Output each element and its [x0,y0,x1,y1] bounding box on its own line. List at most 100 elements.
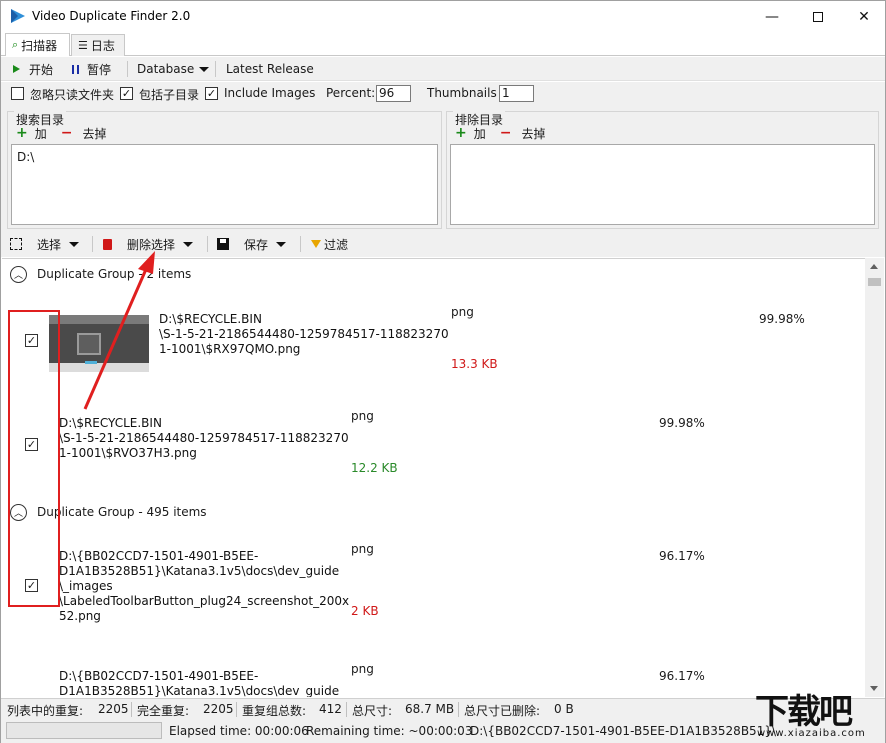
full-dupes-value: 2205 [203,702,234,716]
start-button[interactable]: 开始 [13,57,53,81]
deleted-size-label: 总尺寸已删除: [464,704,541,718]
main-toolbar: 开始 暂停 Database Latest Release [1,57,885,81]
pause-label: 暂停 [87,62,112,77]
file-path: D:\$RECYCLE.BIN \S-1-5-21-2186544480-125… [59,416,349,460]
trash-icon [103,238,112,250]
minus-icon[interactable]: − [500,125,512,141]
filter-icon [311,240,321,248]
groups-value: 412 [319,702,342,716]
exclude-dirs-list[interactable] [450,144,875,225]
video-thumbnail [49,315,149,372]
file-size: 12.2 KB [351,461,398,475]
tab-strip: ⌕ 扫描器 ☰ 日志 [1,32,885,56]
scan-options: 忽略只读文件夹 ✓ 包括子目录 ✓ Include Images Percent… [1,82,885,104]
watermark-main: 下载吧 [755,692,853,732]
tab-log[interactable]: ☰ 日志 [71,34,125,56]
select-dropdown[interactable]: 选择 [10,232,80,256]
filter-button[interactable]: 过滤 [311,232,348,256]
ignore-readonly-checkbox[interactable] [11,87,24,100]
toolbar-divider [92,236,93,252]
save-label: 保存 [244,237,269,252]
window-title: Video Duplicate Finder 2.0 [32,9,191,23]
minimize-button[interactable]: — [749,1,795,32]
toolbar-divider [207,236,208,252]
add-exclude-dir-button[interactable]: 加 [474,125,486,142]
database-dropdown[interactable]: Database [137,57,210,81]
minus-icon[interactable]: − [61,125,73,141]
chevron-down-icon [199,66,210,72]
file-format: png [351,409,374,423]
scrollbar-thumb[interactable] [868,278,881,286]
watermark-url: www.xiazaiba.com [757,728,866,739]
site-watermark: 下载吧 www.xiazaiba.com [749,682,885,742]
app-logo-icon [11,9,25,23]
save-dropdown[interactable]: 保存 [217,232,287,256]
remove-exclude-dir-button[interactable]: 去掉 [521,125,545,142]
start-label: 开始 [29,62,54,77]
similarity-percent: 96.17% [659,669,705,683]
chevron-down-icon [69,241,80,247]
select-label: 选择 [37,237,62,252]
chevron-down-icon [276,241,287,247]
maximize-icon [813,11,823,22]
delete-selection-dropdown[interactable]: 删除选择 [103,232,194,256]
elapsed-time: Elapsed time: 00:00:06 [169,724,309,738]
dupes-in-list-label: 列表中的重复: [7,704,84,718]
percent-label: Percent: [326,86,376,100]
tab-scanner[interactable]: ⌕ 扫描器 [5,33,70,56]
remaining-time: Remaining time: ~00:00:03 [306,724,473,738]
file-format: png [351,662,374,676]
remove-search-dir-button[interactable]: 去掉 [82,125,106,142]
toolbar-divider [215,61,216,77]
thumbnails-input[interactable]: 1 [499,85,534,102]
include-subdirs-label: 包括子目录 [139,88,200,102]
file-path: D:\$RECYCLE.BIN \S-1-5-21-2186544480-125… [159,312,449,356]
include-subdirs-checkbox[interactable]: ✓ [120,87,133,100]
full-dupes-label: 完全重复: [137,704,190,718]
pause-icon [72,64,79,74]
current-file: D:\{BB02CCD7-1501-4901-B5EE-D1A1B3528B51… [470,724,776,738]
file-path: D:\{BB02CCD7-1501-4901-B5EE- D1A1B3528B5… [59,549,350,623]
results-scrollbar[interactable] [865,258,884,697]
exclude-dirs-group: 排除目录 + 加 − 去掉 [446,111,879,229]
scanner-icon: ⌕ [12,38,19,51]
dupes-in-list-value: 2205 [98,702,129,716]
include-images-checkbox[interactable]: ✓ [205,87,218,100]
chevron-up-icon[interactable]: ︿ [10,265,27,283]
results-toolbar: 选择 删除选择 保存 过滤 [1,232,885,257]
group-header-label: Duplicate Group - 495 items [37,505,207,519]
add-search-dir-button[interactable]: 加 [35,125,47,142]
play-icon [13,65,20,73]
plus-icon[interactable]: + [16,125,28,141]
scroll-up-icon[interactable] [870,264,878,269]
toolbar-divider [127,61,128,77]
results-list[interactable]: ︿ Duplicate Group - 2 items ✓ D:\$RECYCL… [2,258,865,697]
filter-label: 过滤 [324,237,349,252]
delete-selection-label: 删除选择 [127,237,176,252]
maximize-button[interactable] [795,1,841,32]
ignore-readonly-label: 忽略只读文件夹 [30,88,115,102]
annotation-highlight-box [8,310,60,607]
percent-input[interactable]: 96 [376,85,411,102]
tab-scanner-label: 扫描器 [21,38,58,53]
file-size: 13.3 KB [451,357,498,371]
chevron-down-icon [183,241,194,247]
total-size-label: 总尺寸: [352,704,393,718]
save-icon [217,238,229,250]
latest-release-button[interactable]: Latest Release [226,57,314,81]
scan-progress-bar [6,722,162,739]
app-window: Video Duplicate Finder 2.0 — ✕ ⌕ 扫描器 ☰ 日… [0,0,886,743]
close-button[interactable]: ✕ [841,1,886,32]
directories-area: 搜索目录 + 加 − 去掉 D:\ 排除目录 + 加 − 去掉 [1,104,885,232]
file-format: png [351,542,374,556]
pause-button[interactable]: 暂停 [72,57,111,81]
title-bar: Video Duplicate Finder 2.0 — ✕ [1,1,885,32]
similarity-percent: 99.98% [759,312,805,326]
search-dirs-group: 搜索目录 + 加 − 去掉 D:\ [7,111,442,229]
group-header[interactable]: ︿ Duplicate Group - 2 items [10,264,191,284]
list-item[interactable]: D:\ [17,150,432,164]
list-icon: ☰ [78,39,88,52]
plus-icon[interactable]: + [455,125,467,141]
search-dirs-list[interactable]: D:\ [11,144,438,225]
total-size-value: 68.7 MB [405,702,455,716]
